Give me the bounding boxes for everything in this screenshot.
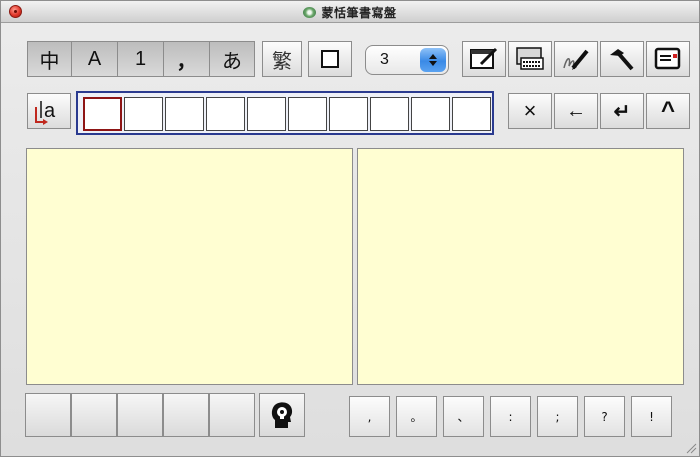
- delete-button[interactable]: ×: [508, 93, 552, 129]
- hammer-button[interactable]: [600, 41, 644, 77]
- keyboard-button[interactable]: [508, 41, 552, 77]
- candidate-cell[interactable]: [370, 97, 409, 131]
- up-button[interactable]: ^: [646, 93, 690, 129]
- punct-question-button[interactable]: ?: [584, 396, 625, 437]
- notepad-icon: [654, 47, 681, 70]
- edit-window-icon: [470, 47, 498, 69]
- app-window: 蒙恬筆書寫盤 中 A 1 ， あ 繁 3 a × ← ↵ ^ , 。 、: ;…: [0, 0, 700, 457]
- close-button[interactable]: [9, 5, 22, 18]
- punct-exclaim-button[interactable]: !: [631, 396, 672, 437]
- popup-arrows-icon: [420, 48, 446, 72]
- mode-japanese-label: あ: [222, 50, 242, 73]
- candidate-cell[interactable]: [206, 97, 245, 131]
- keyboard-icon: [516, 47, 544, 70]
- enter-label: ↵: [613, 100, 631, 123]
- pen-settings-button[interactable]: [554, 41, 598, 77]
- mode-alpha-button[interactable]: A: [71, 41, 117, 77]
- bottom-blank-button[interactable]: [71, 393, 117, 437]
- learn-icon-label: a: [44, 100, 56, 122]
- bottom-blank-button[interactable]: [209, 393, 255, 437]
- traditional-label: 繁: [272, 50, 292, 73]
- punct-colon-button[interactable]: :: [490, 396, 531, 437]
- delete-label: ×: [523, 98, 537, 123]
- hammer-icon: [610, 49, 634, 71]
- mode-numeric-label: 1: [134, 47, 147, 70]
- square-icon: [321, 50, 339, 68]
- pen-settings-icon: [563, 49, 589, 70]
- candidate-cell[interactable]: [247, 97, 286, 131]
- mode-japanese-button[interactable]: あ: [209, 41, 255, 77]
- bottom-blank-button[interactable]: [25, 393, 71, 437]
- candidate-cell[interactable]: [124, 97, 163, 131]
- bottom-blank-button[interactable]: [163, 393, 209, 437]
- right-writing-pad[interactable]: [357, 148, 684, 385]
- notepad-button[interactable]: [646, 41, 690, 77]
- traditional-button[interactable]: 繁: [262, 41, 302, 77]
- punct-period-button[interactable]: 。: [396, 396, 437, 437]
- mode-punct-button[interactable]: ，: [163, 41, 209, 77]
- bottom-blank-button[interactable]: [117, 393, 163, 437]
- punct-semicolon-button[interactable]: ;: [537, 396, 578, 437]
- left-writing-pad[interactable]: [26, 148, 353, 385]
- candidate-cell[interactable]: [411, 97, 450, 131]
- candidate-count-value: 3: [380, 51, 389, 68]
- candidate-list: [76, 91, 494, 135]
- punct-comma-button[interactable]: ,: [349, 396, 390, 437]
- enter-button[interactable]: ↵: [600, 93, 644, 129]
- mode-chinese-label: 中: [39, 50, 60, 73]
- candidate-count-popup[interactable]: 3: [365, 45, 449, 75]
- candidate-cell[interactable]: [452, 97, 491, 131]
- edit-window-button[interactable]: [462, 41, 506, 77]
- title-wrap: 蒙恬筆書寫盤: [303, 4, 396, 21]
- learn-button[interactable]: a: [27, 93, 71, 129]
- head-bulb-icon: [271, 402, 293, 428]
- backspace-label: ←: [566, 99, 586, 122]
- recognize-button[interactable]: [259, 393, 305, 437]
- learn-icon: a: [35, 100, 56, 125]
- square-mode-button[interactable]: [308, 41, 352, 77]
- mode-numeric-button[interactable]: 1: [117, 41, 163, 77]
- candidate-cell[interactable]: [165, 97, 204, 131]
- candidate-cell[interactable]: [83, 97, 122, 131]
- resize-grip-icon[interactable]: [685, 442, 697, 454]
- candidate-cell[interactable]: [288, 97, 327, 131]
- backspace-button[interactable]: ←: [554, 93, 598, 129]
- mode-punct-label: ，: [176, 50, 197, 73]
- punct-enum-comma-button[interactable]: 、: [443, 396, 484, 437]
- app-icon: [303, 7, 317, 18]
- mode-chinese-button[interactable]: 中: [27, 41, 71, 77]
- window-title: 蒙恬筆書寫盤: [321, 6, 397, 20]
- up-label: ^: [660, 97, 675, 124]
- candidate-cell[interactable]: [329, 97, 368, 131]
- title-bar[interactable]: 蒙恬筆書寫盤: [1, 1, 699, 23]
- mode-alpha-label: A: [87, 47, 102, 70]
